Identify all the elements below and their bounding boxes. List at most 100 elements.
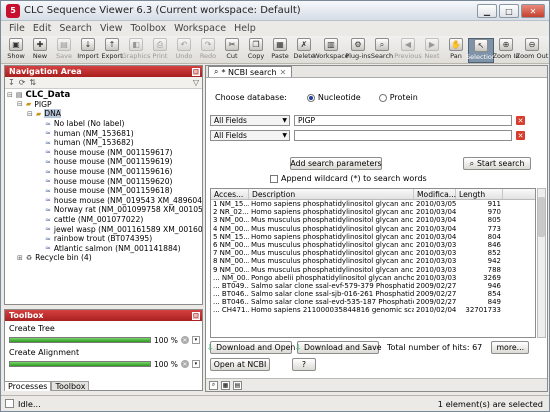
sort-icon[interactable]: ⇅ [29,78,36,87]
minimize-button[interactable]: ▁ [477,4,497,18]
menu-file[interactable]: File [5,23,29,34]
history-view-icon[interactable]: ▤ [233,380,242,390]
download-and-open-button[interactable]: ⇩ Download and Open [207,341,295,354]
cut-button[interactable]: ✂ Cut [220,38,244,63]
menu-search[interactable]: Search [55,23,96,34]
append-wildcard-checkbox[interactable] [270,174,278,183]
refresh-icon[interactable]: ⟳ [19,78,26,87]
tree-item-clc-data[interactable]: ⊟ ▤ CLC_Data [5,90,202,100]
tree-item-sequence[interactable]: ≈ human (NM_153682) [5,138,202,148]
save-button[interactable]: ▤ Save [52,38,76,63]
table-row[interactable]: 8 NM_00... Mus musculus phosphatidylinosi… [211,257,535,265]
tree-item-dna[interactable]: ⊟ ▰ DNA [5,109,202,119]
selection-button[interactable]: ↖ Selection [466,38,496,63]
scrollbar-thumb[interactable] [538,197,545,237]
column-modification[interactable]: Modifica... [414,189,456,199]
column-length[interactable]: Length [456,189,503,199]
search-button[interactable]: ⌕ Search [370,38,394,63]
field-select[interactable]: All Fields ▼ [210,115,290,126]
table-row[interactable]: 2 NR_02... Homo sapiens phosphatidylinosi… [211,208,535,216]
previous-button[interactable]: ◀ Previous [394,38,422,63]
new-folder-icon[interactable]: ↧ [8,78,15,87]
show-button[interactable]: ▣ Show [4,38,28,63]
search-term-input[interactable]: PIGP [294,115,512,126]
new-button[interactable]: ✚ New [28,38,52,63]
close-tab-icon[interactable]: ✕ [280,68,287,77]
paste-button[interactable]: ▦ Paste [268,38,292,63]
table-row[interactable]: 6 NM_00... Mus musculus phosphatidylinosi… [211,241,535,249]
tree-item-sequence[interactable]: ≈ human (NM_153681) [5,128,202,138]
export-button[interactable]: ↑ Export [100,38,124,63]
tree-item-pigp[interactable]: ⊟ ▰ PIGP [5,100,202,110]
workspace-button[interactable]: ▥ Workspace [313,38,349,63]
add-search-parameters-button[interactable]: Add search parameters [290,157,382,170]
pan-button[interactable]: ✋ Pan [444,38,468,63]
task-menu-icon[interactable]: ▾ [191,360,200,368]
menu-view[interactable]: View [96,23,127,34]
table-row[interactable]: 5 NM_15... Homo sapiens phosphatidylinosi… [211,233,535,241]
zoom-out-button[interactable]: ⊖ Zoom Out [516,38,548,63]
tree-item-sequence[interactable]: ≈ house mouse (NM_001159620) [5,176,202,186]
tree-item-sequence[interactable]: ≈ Atlantic salmon (NM_001141884) [5,244,202,254]
table-row[interactable]: 1 NM_15... Homo sapiens phosphatidylinosi… [211,200,535,208]
maximize-button[interactable]: □ [499,4,519,18]
search-view-icon[interactable]: ⌕ [209,380,218,390]
menu-edit[interactable]: Edit [29,23,55,34]
filter-icon[interactable]: ▽ [193,78,199,87]
tree-item-sequence[interactable]: ≈ cattle (NM_001077022) [5,215,202,225]
tab-ncbi-search[interactable]: ⌕ * NCBI search ✕ [208,66,293,77]
remove-field-button[interactable]: ✕ [516,116,525,125]
table-row[interactable]: 3 NM_00... Mus musculus phosphatidylinosi… [211,216,535,224]
table-row[interactable]: ... BT049... Salmo salar clone ssal-evf-5… [211,282,535,290]
import-button[interactable]: ↓ Import [76,38,100,63]
zoom-in-button[interactable]: ⊕ Zoom In [493,38,519,63]
table-row[interactable]: ... BT046... Salmo salar clone ssal-sjb-0… [211,290,535,298]
cancel-task-icon[interactable]: ✕ [180,336,189,344]
help-button[interactable]: ? [292,358,316,371]
table-row[interactable]: ... BT046... Salmo salar clone ssal-evd-5… [211,298,535,306]
table-row[interactable]: 7 NM_00... Mus musculus phosphatidylinosi… [211,249,535,257]
close-button[interactable]: ✕ [521,4,545,18]
nucleotide-radio[interactable] [306,93,315,102]
menu-toolbox[interactable]: Toolbox [127,23,171,34]
tree-item-sequence[interactable]: ≈ No label (No label) [5,119,202,129]
table-row[interactable]: ... NM_00... Pongo abelii phosphatidylino… [211,274,535,282]
undo-button[interactable]: ↶ Undo [172,38,196,63]
column-accession[interactable]: Acces... [211,189,249,199]
download-and-save-button[interactable]: ⇩ Download and Save [294,341,382,354]
protein-radio[interactable] [378,93,387,102]
tab-processes[interactable]: Processes [4,381,52,391]
tree-item-sequence[interactable]: ≈ house mouse (NM_001159619) [5,157,202,167]
next-button[interactable]: ▶ Next [420,38,444,63]
panel-collapse-icon[interactable]: ▢ [192,67,200,76]
column-description[interactable]: Description [249,189,414,199]
search-term-input[interactable] [294,130,512,141]
print-button[interactable]: ⎙ Print [148,38,172,63]
table-view-icon[interactable]: ▦ [221,380,230,390]
tree-item-sequence[interactable]: ≈ house mouse (NM_001159617) [5,148,202,158]
remove-field-button[interactable]: ✕ [516,131,525,140]
panel-collapse-icon[interactable]: ▢ [192,311,200,320]
tree-item-sequence[interactable]: ≈ jewel wasp (NM_001161589 XM_00160506 [5,224,202,234]
menu-workspace[interactable]: Workspace [170,23,230,34]
tree-item-sequence[interactable]: ≈ house mouse (NM_001159616) [5,167,202,177]
cancel-task-icon[interactable]: ✕ [180,360,189,368]
more-button[interactable]: more... [491,341,530,354]
field-select[interactable]: All Fields ▼ [210,130,290,141]
redo-button[interactable]: ↷ Redo [196,38,220,63]
table-row[interactable]: 4 NM_00... Mus musculus phosphatidylinosi… [211,225,535,233]
tree-item-sequence[interactable]: ≈ house mouse (NM_001159618) [5,186,202,196]
menu-help[interactable]: Help [230,23,260,34]
task-menu-icon[interactable]: ▾ [191,336,200,344]
expand-icon[interactable]: ⊟ [7,91,13,99]
results-scrollbar[interactable] [537,188,546,338]
expand-icon[interactable]: ⊟ [27,110,33,118]
tree-item-recycle-bin[interactable]: ⊞ ♻ Recycle bin (4) [5,253,202,263]
tab-toolbox[interactable]: Toolbox [51,381,90,391]
tree-item-sequence[interactable]: ≈ rainbow trout (BT074395) [5,234,202,244]
graphics-button[interactable]: ◧ Graphics [122,38,150,63]
open-at-ncbi-button[interactable]: Open at NCBI [210,358,270,371]
expand-icon[interactable]: ⊞ [17,254,23,262]
start-search-button[interactable]: ⌕ Start search [463,157,531,170]
plugins-button[interactable]: ⚙ Plug-ins [345,38,371,63]
